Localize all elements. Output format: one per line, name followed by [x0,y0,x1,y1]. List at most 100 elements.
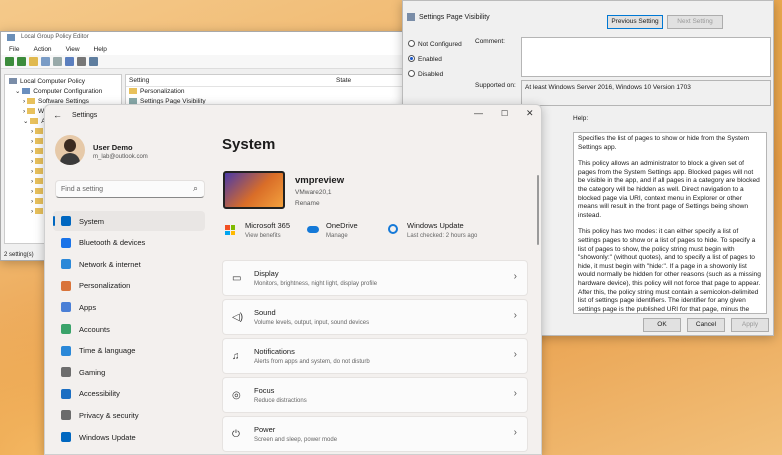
nav-icon [61,367,71,378]
back-arrow-icon[interactable]: ← [53,110,62,120]
policy-title: Settings Page Visibility [419,14,490,21]
cancel-button[interactable]: Cancel [687,318,725,332]
device-name: vmpreview [295,175,345,186]
nav-icon [61,237,71,248]
card-sound[interactable]: ◁) Sound Volume levels, output, input, sou… [222,299,528,335]
nav-icon [61,259,71,270]
nav-label: Time & language [79,346,136,356]
nav-item-accessibility[interactable]: Accessibility [53,384,205,404]
tree-computer-config[interactable]: ⌄ Computer Configuration [9,87,117,97]
card-power[interactable]: ⏻ Power Screen and sleep, power mode › [222,416,528,452]
maximize-icon[interactable]: ☐ [501,109,508,118]
avatar[interactable] [55,135,85,165]
nav-item-privacy-security[interactable]: Privacy & security [53,405,205,425]
quick-windows-update[interactable]: Windows Update Last checked: 2 hours ago [407,221,477,239]
chevron-right-icon: › [513,427,517,438]
device-thumbnail [223,171,285,209]
gpe-toolbar [1,55,409,69]
chevron-right-icon: › [513,310,517,321]
nav-icon [61,324,71,334]
col-state[interactable]: State [336,77,351,84]
card-focus[interactable]: ◎ Focus Reduce distractions › [222,377,528,413]
nav-item-bluetooth-devices[interactable]: Bluetooth & devices [53,233,205,253]
previous-setting-button[interactable]: Previous Setting [607,15,663,29]
apply-button[interactable]: Apply [731,318,769,332]
radio-disabled[interactable]: Disabled [408,70,443,78]
chevron-right-icon: › [513,349,517,360]
microsoft-365-icon [225,225,235,235]
nav-icon [61,432,71,442]
nav-icon [61,216,71,226]
nav-label: System [79,216,105,226]
display-icon: ▭ [232,273,242,284]
radio-not-configured[interactable]: Not Configured [408,40,462,48]
help-icon[interactable] [65,57,74,66]
view-icon[interactable] [41,57,50,66]
tree-root[interactable]: Local Computer Policy [9,77,117,87]
nav-icon [61,388,71,399]
nav-label: Privacy & security [79,410,139,420]
gpe-titlebar: Local Group Policy Editor [1,32,409,44]
quick-microsoft-365[interactable]: Microsoft 365 View benefits [245,221,290,239]
nav-label: Windows Update [79,432,136,442]
nav-item-windows-update[interactable]: Windows Update [53,427,205,447]
back-icon[interactable] [5,57,14,66]
comment-field[interactable] [521,37,771,77]
nav-icon [61,410,71,421]
chevron-right-icon: › [513,388,517,399]
windows-update-icon [388,224,398,234]
chevron-right-icon: › [513,271,517,282]
nav-item-accounts[interactable]: Accounts [53,319,205,339]
list-row[interactable]: Personalization [126,87,408,97]
nav-item-personalization[interactable]: Personalization [53,276,205,296]
nav-icon [61,280,71,291]
next-setting-button[interactable]: Next Setting [667,15,723,29]
close-icon[interactable]: ✕ [526,108,534,119]
rename-link[interactable]: Rename [295,200,320,207]
card-notifications[interactable]: ♫ Notifications Alerts from apps and syste… [222,338,528,374]
card-display[interactable]: ▭ Display Monitors, brightness, night ligh… [222,260,528,296]
gpe-menubar: File Action View Help [1,44,409,55]
col-setting[interactable]: Setting [129,77,149,84]
nav-label: Gaming [79,367,106,377]
nav-item-network-internet[interactable]: Network & internet [53,254,205,274]
menu-view[interactable]: View [66,46,80,53]
user-name: User Demo [93,143,133,152]
ok-button[interactable]: OK [643,318,681,332]
gpe-status: 2 setting(s) [4,252,34,258]
folder-icon[interactable] [29,57,38,66]
export-icon[interactable] [53,57,62,66]
content-scrollbar[interactable] [537,175,539,245]
quick-onedrive[interactable]: OneDrive Manage [326,221,358,239]
nav-label: Personalization [79,281,131,291]
settings-window: ← Settings — ☐ ✕ User Demo m_lab@outlook… [44,104,542,455]
nav-item-system[interactable]: System [53,211,205,231]
page-title: System [222,136,276,153]
nav-item-gaming[interactable]: Gaming [53,362,205,382]
nav-label: Accounts [79,324,110,334]
search-box[interactable]: Find a setting ⌕ [55,180,205,198]
search-icon[interactable]: ⌕ [193,183,198,194]
menu-action[interactable]: Action [33,46,51,53]
filter-icon[interactable] [89,57,98,66]
onedrive-icon [307,226,319,233]
bell-icon: ♫ [232,351,240,362]
nav-icon [61,302,71,313]
supported-label: Supported on: [475,82,516,89]
properties-icon[interactable] [77,57,86,66]
nav-label: Bluetooth & devices [79,238,146,248]
minimize-icon[interactable]: — [474,108,483,118]
nav-label: Network & internet [79,259,141,269]
menu-file[interactable]: File [9,46,19,53]
policy-icon [407,13,415,21]
help-label: Help: [573,115,589,122]
radio-enabled[interactable]: Enabled [408,55,442,63]
forward-icon[interactable] [17,57,26,66]
nav-label: Apps [79,302,97,312]
gpe-app-icon [7,34,15,41]
menu-help[interactable]: Help [94,46,107,53]
focus-icon: ◎ [232,390,241,401]
search-placeholder: Find a setting [61,186,104,193]
nav-item-time-language[interactable]: Time & language [53,341,205,361]
nav-item-apps[interactable]: Apps [53,297,205,317]
